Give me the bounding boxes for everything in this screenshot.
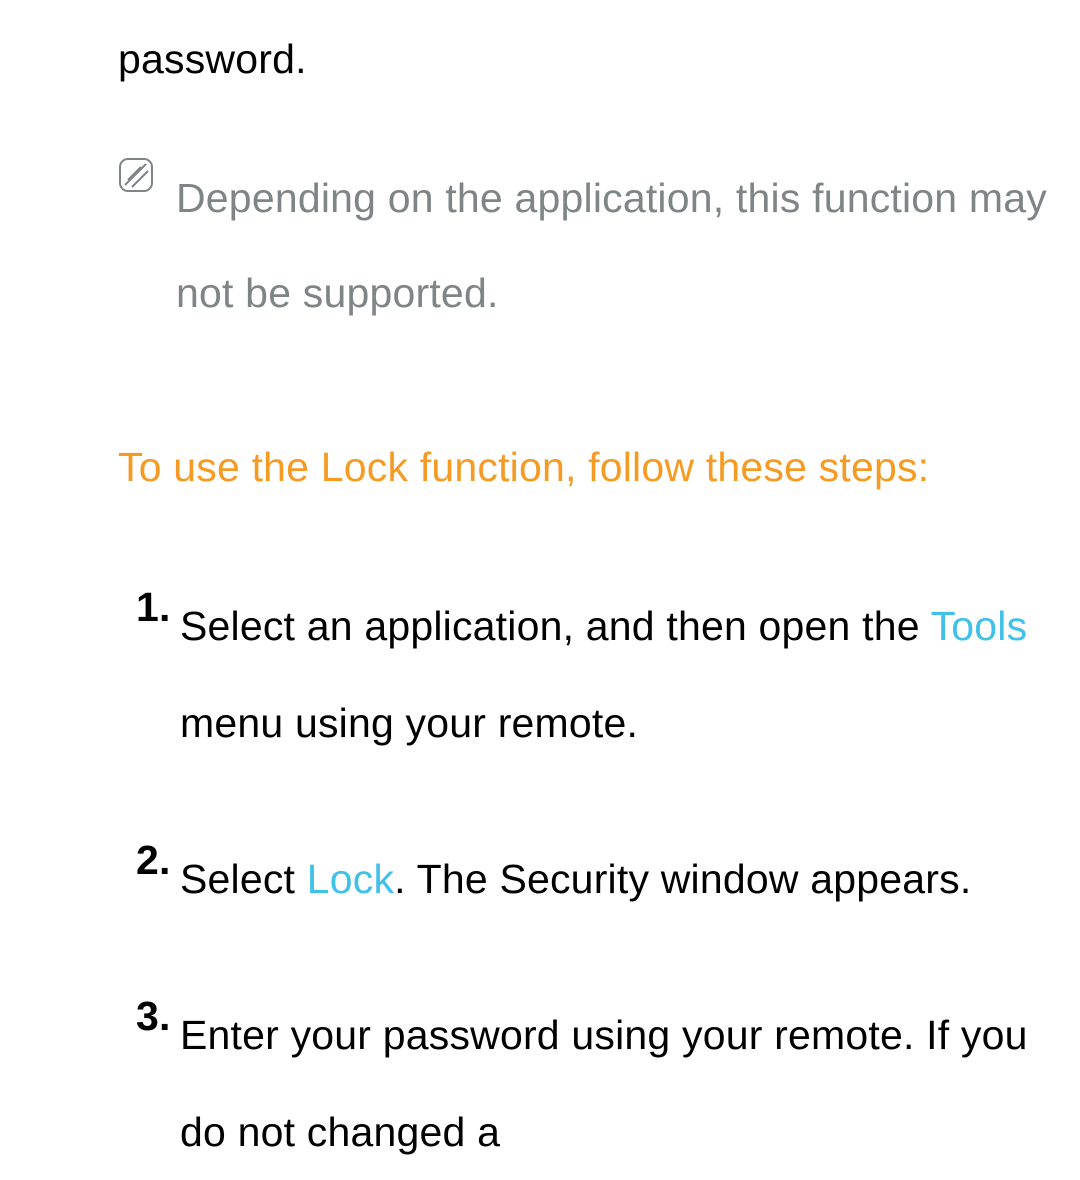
text-segment: . The Security window appears. bbox=[394, 856, 971, 902]
body-text-fragment: password. bbox=[118, 30, 1050, 89]
note-text: Depending on the application, this funct… bbox=[176, 151, 1050, 340]
list-item: 1.Select an application, and then open t… bbox=[136, 578, 1050, 771]
steps-list: 1.Select an application, and then open t… bbox=[118, 578, 1050, 1180]
step-text: Select Lock. The Security window appears… bbox=[180, 831, 971, 927]
text-segment: Select an application, and then open the bbox=[180, 603, 931, 649]
section-heading: To use the Lock function, follow these s… bbox=[118, 418, 1050, 516]
step-text: Enter your password using your remote. I… bbox=[180, 987, 1050, 1180]
text-segment: menu using your remote. bbox=[180, 700, 638, 746]
note-icon bbox=[118, 157, 154, 193]
note-block: Depending on the application, this funct… bbox=[118, 151, 1050, 340]
keyword: Tools bbox=[931, 603, 1028, 649]
keyword: Lock bbox=[307, 856, 394, 902]
list-item: 3.Enter your password using your remote.… bbox=[136, 987, 1050, 1180]
step-text: Select an application, and then open the… bbox=[180, 578, 1050, 771]
step-number: 2. bbox=[136, 831, 180, 890]
list-item: 2.Select Lock. The Security window appea… bbox=[136, 831, 1050, 927]
step-number: 3. bbox=[136, 987, 180, 1046]
text-segment: Enter your password using your remote. I… bbox=[180, 1012, 1028, 1154]
step-number: 1. bbox=[136, 578, 180, 637]
text-segment: Select bbox=[180, 856, 307, 902]
